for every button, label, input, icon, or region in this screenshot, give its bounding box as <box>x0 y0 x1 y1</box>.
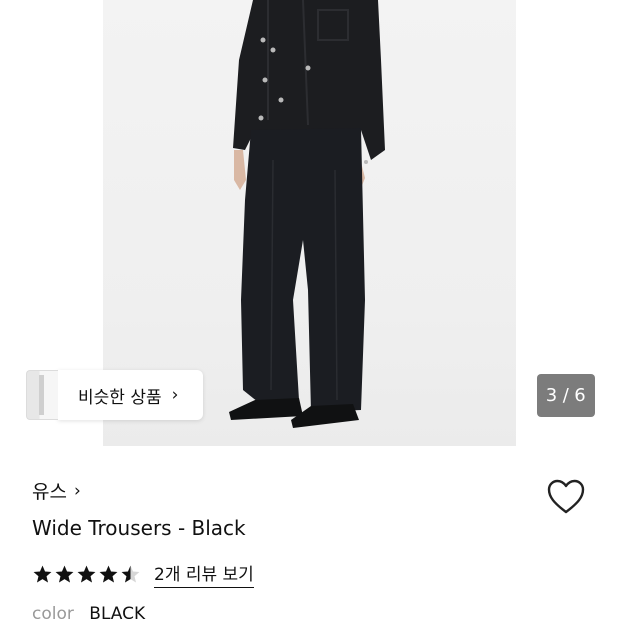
heart-outline-icon <box>547 479 585 514</box>
total-pages: 6 <box>574 385 587 406</box>
rating-row: 2개 리뷰 보기 <box>32 560 254 588</box>
star-icon <box>77 565 96 583</box>
image-page-counter: 3 / 6 <box>537 374 595 417</box>
similar-product-thumbnail <box>26 370 58 420</box>
view-reviews-link[interactable]: 2개 리뷰 보기 <box>154 560 254 588</box>
rating-stars <box>32 564 142 585</box>
color-info: color BLACK <box>32 604 145 624</box>
wishlist-button[interactable] <box>546 478 586 516</box>
brand-link[interactable]: 유스 › <box>32 477 81 504</box>
chevron-right-icon: › <box>171 385 179 405</box>
page-separator: / <box>562 385 570 406</box>
product-image-gallery[interactable]: 비슷한 상품 › 3 / 6 <box>0 0 620 446</box>
star-icon <box>55 565 74 583</box>
color-value: BLACK <box>89 604 146 624</box>
product-title: Wide Trousers - Black <box>32 516 246 540</box>
brand-name: 유스 <box>32 481 67 503</box>
similar-products-button[interactable]: 비슷한 상품 › <box>58 370 203 420</box>
color-label: color <box>32 604 74 624</box>
chevron-right-icon: › <box>73 480 81 501</box>
similar-products-label: 비슷한 상품 <box>78 387 162 408</box>
star-icon <box>33 565 52 583</box>
star-icon <box>121 565 140 583</box>
star-icon <box>99 565 118 583</box>
similar-products-chip[interactable]: 비슷한 상품 › <box>26 370 203 420</box>
current-page: 3 <box>545 385 558 406</box>
